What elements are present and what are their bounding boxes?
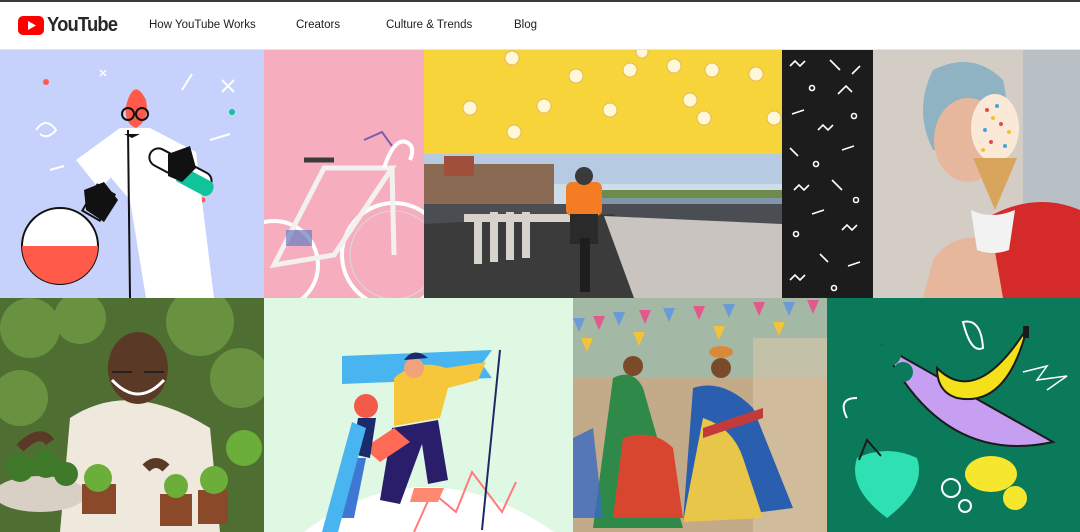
nav-blog[interactable]: Blog — [514, 19, 537, 31]
youtube-wordmark: YouTube — [47, 14, 118, 36]
youtube-play-icon — [18, 16, 44, 35]
popcorn-photo[interactable] — [424, 50, 782, 154]
gardener-photo[interactable] — [0, 298, 264, 532]
fruit-illustration[interactable] — [827, 298, 1080, 532]
bicycle-photo[interactable] — [264, 50, 424, 298]
nav-culture-trends[interactable]: Culture & Trends — [386, 19, 472, 31]
youtube-logo[interactable]: YouTube — [18, 14, 123, 37]
nav-creators[interactable]: Creators — [296, 19, 340, 31]
dancers-photo[interactable] — [573, 298, 827, 532]
scientist-illustration[interactable] — [0, 50, 264, 298]
site-header: YouTube How YouTube Works Creators Cultu… — [0, 2, 1080, 50]
climbers-illustration[interactable] — [264, 298, 573, 532]
squiggle-pattern[interactable] — [782, 50, 873, 298]
ice-cream-photo[interactable] — [873, 50, 1080, 298]
nav-how-youtube-works[interactable]: How YouTube Works — [149, 19, 256, 31]
motorbike-riverside-photo[interactable] — [424, 154, 782, 298]
